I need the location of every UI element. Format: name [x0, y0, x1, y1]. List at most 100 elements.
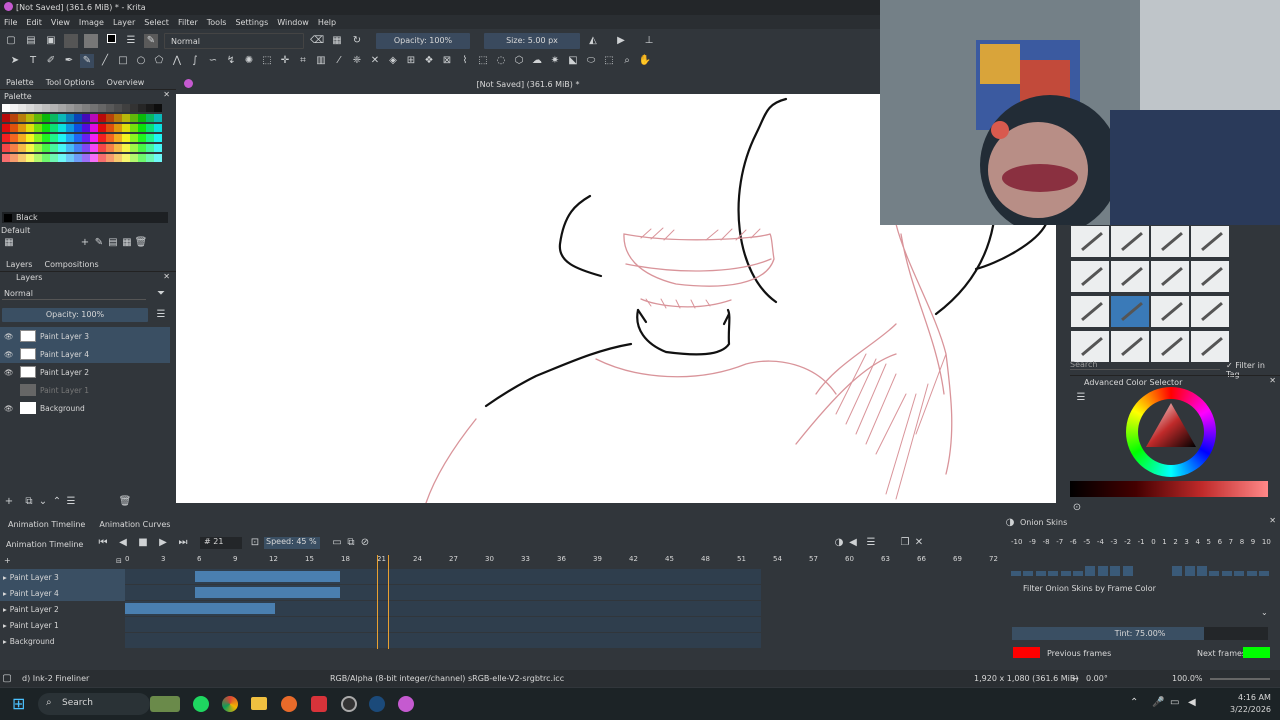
delete-swatch-icon[interactable]: 🗑	[134, 236, 148, 250]
brush-preset[interactable]	[1191, 296, 1229, 327]
obs-icon[interactable]	[341, 696, 357, 712]
palette-swatch[interactable]	[58, 154, 66, 162]
menu-select[interactable]: Select	[144, 18, 169, 27]
palette-swatch[interactable]	[106, 104, 114, 112]
palette-settings-icon[interactable]: ▤	[106, 236, 120, 250]
layer-row[interactable]: Paint Layer 1	[0, 381, 170, 399]
palette-swatch[interactable]	[146, 124, 154, 132]
onion-frame-number[interactable]: 5	[1207, 538, 1211, 548]
brush-preset[interactable]	[1111, 261, 1149, 292]
palette-swatch[interactable]	[130, 144, 138, 152]
palette-swatch[interactable]	[26, 104, 34, 112]
close-icon[interactable]: ✕	[912, 536, 926, 550]
onion-opacity-bar[interactable]	[1110, 566, 1121, 576]
palette-swatch[interactable]	[98, 114, 106, 122]
onion-opacity-bar[interactable]	[1073, 571, 1083, 576]
palette-swatch[interactable]	[18, 114, 26, 122]
frame-row[interactable]	[125, 633, 761, 648]
menu-layer[interactable]: Layer	[113, 18, 135, 27]
palette-swatch[interactable]	[34, 124, 42, 132]
palette-swatch[interactable]	[18, 154, 26, 162]
palette-swatch[interactable]	[34, 114, 42, 122]
palette-swatch[interactable]	[26, 154, 34, 162]
duplicate-layer-icon[interactable]: ⧉	[22, 495, 36, 509]
eye-icon[interactable]: 👁	[4, 350, 16, 359]
onion-frame-number[interactable]: -9	[1029, 538, 1036, 548]
palette-swatch[interactable]	[138, 134, 146, 142]
palette-swatch[interactable]	[66, 104, 74, 112]
palette-swatch[interactable]	[82, 144, 90, 152]
onion-frame-number[interactable]: 10	[1262, 538, 1271, 548]
ellipse-select-tool-icon[interactable]: ◌	[494, 54, 508, 68]
first-frame-icon[interactable]: ⏮	[96, 536, 110, 550]
palette-swatch[interactable]	[26, 114, 34, 122]
brush-preset[interactable]	[1191, 331, 1229, 362]
eye-icon[interactable]: 👁	[4, 404, 16, 413]
calligraphy-tool-icon[interactable]: ✒	[62, 54, 76, 68]
playhead[interactable]	[377, 555, 389, 649]
palette-swatch[interactable]	[10, 134, 18, 142]
menu-help[interactable]: Help	[318, 18, 336, 27]
palette-swatch[interactable]	[26, 134, 34, 142]
palette-swatch[interactable]	[66, 114, 74, 122]
palette-swatch[interactable]	[98, 134, 106, 142]
palette-swatch[interactable]	[42, 104, 50, 112]
crop-tool-icon[interactable]: ⌗	[296, 54, 310, 68]
palette-grid2-icon[interactable]: ▦	[120, 236, 134, 250]
menu-window[interactable]: Window	[277, 18, 309, 27]
brush-preset[interactable]	[1071, 296, 1109, 327]
new-document-icon[interactable]: ▢	[4, 34, 18, 48]
palette-swatch[interactable]	[50, 144, 58, 152]
palette-swatch[interactable]	[90, 144, 98, 152]
palette-swatch[interactable]	[2, 134, 10, 142]
palette-swatch[interactable]	[82, 104, 90, 112]
palette-swatch[interactable]	[74, 104, 82, 112]
move-up-icon[interactable]: ⌃	[50, 495, 64, 509]
onion-frame-number[interactable]: -1	[1138, 538, 1145, 548]
palette-swatch[interactable]	[98, 104, 106, 112]
palette-swatch[interactable]	[122, 124, 130, 132]
reference-image-tool-icon[interactable]: ❖	[422, 54, 436, 68]
palette-swatch[interactable]	[42, 144, 50, 152]
onion-opacity-bar[interactable]	[1197, 566, 1207, 576]
brush-preset[interactable]	[1191, 226, 1229, 257]
float-icon[interactable]: ❐	[898, 536, 912, 550]
brave-icon[interactable]	[311, 696, 327, 712]
onion-opacity-bar[interactable]	[1234, 571, 1245, 576]
palette-swatch[interactable]	[138, 144, 146, 152]
palette-swatch[interactable]	[130, 104, 138, 112]
gradient-tool-icon[interactable]: ▥	[314, 54, 328, 68]
brush-preset[interactable]	[1151, 331, 1189, 362]
playback-range-icon[interactable]: ⊡	[248, 536, 262, 550]
palette-swatch[interactable]	[98, 124, 106, 132]
volume-icon[interactable]: ◀	[1188, 697, 1196, 708]
windows-start-icon[interactable]: ⊞	[12, 696, 28, 712]
palette-swatch[interactable]	[90, 124, 98, 132]
prev-frame-icon[interactable]: ◀	[116, 536, 130, 550]
palette-swatch[interactable]	[122, 144, 130, 152]
onion-frame-numbers[interactable]: -10 -9 -8 -7 -6 -5 -4 -3 -2 -1 0 1 2 3 4 5 6 7 8 9 10	[1011, 538, 1271, 548]
line-tool-icon[interactable]: ╱	[98, 54, 112, 68]
play-icon[interactable]: ▶	[156, 536, 170, 550]
palette-swatch[interactable]	[138, 104, 146, 112]
stop-icon[interactable]: ■	[136, 536, 150, 550]
fg-bg-color-icon[interactable]	[104, 34, 118, 48]
frame-row[interactable]	[125, 585, 761, 600]
layer-row[interactable]: 👁 Paint Layer 4	[0, 345, 170, 363]
palette-swatch[interactable]	[138, 114, 146, 122]
assistant-tool-icon[interactable]: ✕	[368, 54, 382, 68]
palette-swatch[interactable]	[50, 104, 58, 112]
close-icon[interactable]: ✕	[163, 90, 170, 99]
palette-swatch[interactable]	[50, 134, 58, 142]
color-picker-tool-icon[interactable]: ⁄	[332, 54, 346, 68]
frame-row[interactable]	[125, 617, 761, 632]
measure-tool-icon[interactable]: ⊠	[440, 54, 454, 68]
status-zoom[interactable]: 100.0%	[1172, 674, 1203, 683]
pan-tool-icon[interactable]: ✋	[638, 54, 652, 68]
palette-swatch[interactable]	[122, 134, 130, 142]
chevron-up-icon[interactable]: ⌃	[1130, 697, 1138, 708]
palette-swatch[interactable]	[122, 114, 130, 122]
palette-swatch[interactable]	[42, 134, 50, 142]
frame-row[interactable]	[125, 601, 761, 616]
palette-swatch[interactable]	[10, 154, 18, 162]
